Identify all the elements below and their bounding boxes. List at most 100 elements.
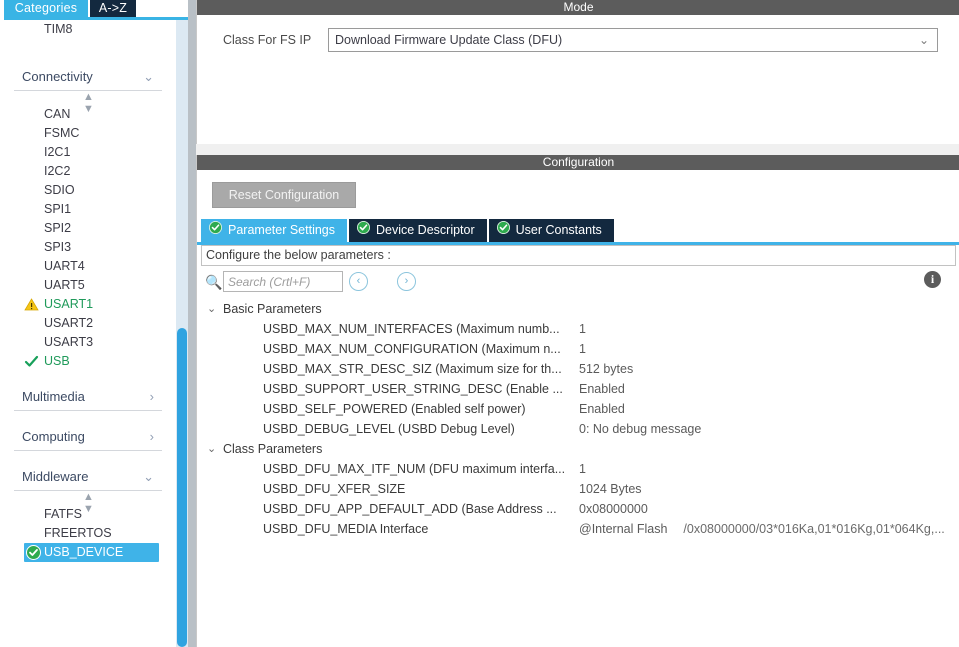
check-circle-icon (357, 219, 370, 242)
param-row[interactable]: USBD_SELF_POWERED (Enabled self power) E… (201, 399, 956, 419)
sidebar-item-tim8[interactable]: TIM8 (0, 20, 176, 39)
sidebar-item-label: SPI1 (44, 202, 72, 216)
panel-divider (188, 0, 196, 647)
sidebar-item-sdio[interactable]: SDIO (0, 181, 176, 200)
sidebar-item-label: SPI3 (44, 240, 72, 254)
param-row[interactable]: USBD_MAX_STR_DESC_SIZ (Maximum size for … (201, 359, 956, 379)
param-group-label: Basic Parameters (223, 302, 322, 316)
search-input[interactable] (223, 271, 343, 292)
sidebar-scrollbar-thumb[interactable] (177, 328, 187, 647)
param-value[interactable]: 0x08000000 (579, 499, 648, 519)
sidebar-item-usart2[interactable]: USART2 (0, 314, 176, 333)
chevron-down-icon: ⌄ (143, 69, 154, 84)
param-value[interactable]: 1 (579, 319, 586, 339)
sidebar-section-label: Multimedia (22, 389, 85, 404)
tab-a-to-z[interactable]: A->Z (90, 0, 136, 17)
configure-hint-bar: Configure the below parameters : (201, 245, 956, 266)
nav-forward-icon[interactable]: › (397, 272, 416, 291)
param-value[interactable]: 1 (579, 459, 586, 479)
sidebar-item-i2c2[interactable]: I2C2 (0, 162, 176, 181)
tab-device-descriptor[interactable]: Device Descriptor (349, 219, 487, 242)
sidebar-item-uart4[interactable]: UART4 (0, 257, 176, 276)
sidebar-item-freertos[interactable]: FREERTOS (0, 524, 176, 543)
param-name: USBD_MAX_NUM_INTERFACES (Maximum numb... (263, 322, 560, 336)
param-value[interactable]: 1 (579, 339, 586, 359)
tab-user-constants[interactable]: User Constants (488, 219, 614, 242)
param-row[interactable]: USBD_DEBUG_LEVEL (USBD Debug Level) 0: N… (201, 419, 956, 439)
sidebar-item-fsmc[interactable]: FSMC (0, 124, 176, 143)
configuration-panel-title: Configuration (197, 155, 959, 170)
info-icon[interactable]: i (924, 271, 941, 288)
param-name: USBD_DEBUG_LEVEL (USBD Debug Level) (263, 422, 515, 436)
param-name: USBD_DFU_XFER_SIZE (263, 482, 406, 496)
sidebar-section-label: Middleware (22, 469, 89, 484)
param-row[interactable]: USBD_DFU_XFER_SIZE 1024 Bytes (201, 479, 956, 499)
sidebar-item-label: USART2 (44, 316, 94, 330)
class-for-fs-ip-select[interactable]: Download Firmware Update Class (DFU) ⌄ (328, 28, 938, 52)
sidebar-item-label: USART3 (44, 335, 94, 349)
sidebar-item-spi3[interactable]: SPI3 (0, 238, 176, 257)
scroll-spinner-icon[interactable]: ▲ ▼ (0, 91, 176, 115)
configure-hint-label: Configure the below parameters : (206, 248, 391, 262)
param-value[interactable]: Enabled (579, 379, 625, 399)
sidebar-item-usart3[interactable]: USART3 (0, 333, 176, 352)
chevron-right-icon: › (149, 389, 154, 404)
sidebar-item-label: I2C1 (44, 145, 71, 159)
sidebar-item-fatfs[interactable]: FATFS (0, 505, 176, 524)
sidebar-section-connectivity[interactable]: Connectivity ⌄ (14, 63, 162, 91)
search-icon: 🔍 (205, 274, 223, 290)
mode-panel: Mode Class For FS IP Download Firmware U… (196, 0, 959, 144)
chevron-down-icon: ⌄ (207, 443, 217, 455)
sidebar-section-computing[interactable]: Computing › (14, 423, 162, 451)
ip-tree-scroll-area: TIM8 Connectivity ⌄ ▲ ▼ CAN FSMC I2C1 I2C… (0, 20, 176, 647)
sidebar-item-label: UART4 (44, 259, 85, 273)
tab-parameter-settings[interactable]: Parameter Settings (201, 219, 347, 242)
checkmark-icon (24, 354, 39, 369)
check-circle-icon (26, 545, 41, 560)
sidebar-item-spi2[interactable]: SPI2 (0, 219, 176, 238)
chevron-down-icon: ⌄ (207, 303, 217, 315)
param-value[interactable]: 0: No debug message (579, 419, 701, 439)
sidebar-item-usb[interactable]: USB (0, 352, 176, 371)
chevron-down-icon: ⌄ (143, 469, 154, 484)
sidebar-section-middleware[interactable]: Middleware ⌄ (14, 463, 162, 491)
param-group-label: Class Parameters (223, 442, 323, 456)
scroll-spinner-icon[interactable]: ▲ ▼ (0, 491, 176, 515)
sidebar-item-label: FSMC (44, 126, 80, 140)
param-name: USBD_DFU_APP_DEFAULT_ADD (Base Address .… (263, 502, 557, 516)
param-row[interactable]: USBD_SUPPORT_USER_STRING_DESC (Enable ..… (201, 379, 956, 399)
sidebar-section-multimedia[interactable]: Multimedia › (14, 383, 162, 411)
sidebar-item-uart5[interactable]: UART5 (0, 276, 176, 295)
param-row[interactable]: USBD_DFU_MEDIA Interface @Internal Flash… (201, 519, 956, 539)
sidebar-item-label: SDIO (44, 183, 75, 197)
param-group-basic-parameters[interactable]: ⌄ Basic Parameters (201, 299, 956, 319)
reset-configuration-button[interactable]: Reset Configuration (212, 182, 356, 208)
tab-categories[interactable]: Categories (4, 0, 88, 17)
param-row[interactable]: USBD_MAX_NUM_INTERFACES (Maximum numb...… (201, 319, 956, 339)
tab-label: Parameter Settings (228, 223, 335, 237)
nav-back-icon[interactable]: ‹ (349, 272, 368, 291)
warning-triangle-icon (24, 297, 39, 312)
param-value[interactable]: Enabled (579, 399, 625, 419)
sidebar-item-label: FREERTOS (44, 526, 112, 540)
sidebar-item-can[interactable]: CAN (0, 105, 176, 124)
tab-label: Device Descriptor (376, 223, 475, 237)
sidebar-item-usb-device[interactable]: USB_DEVICE (24, 543, 159, 562)
sidebar-item-i2c1[interactable]: I2C1 (0, 143, 176, 162)
sidebar-item-spi1[interactable]: SPI1 (0, 200, 176, 219)
param-row[interactable]: USBD_MAX_NUM_CONFIGURATION (Maximum n...… (201, 339, 956, 359)
param-value-media[interactable]: @Internal Flash/0x08000000/03*016Ka,01*0… (579, 519, 945, 539)
param-row[interactable]: USBD_DFU_APP_DEFAULT_ADD (Base Address .… (201, 499, 956, 519)
reset-configuration-label: Reset Configuration (228, 188, 340, 202)
param-value[interactable]: 512 bytes (579, 359, 633, 379)
param-value[interactable]: 1024 Bytes (579, 479, 642, 499)
param-row[interactable]: USBD_DFU_MAX_ITF_NUM (DFU maximum interf… (201, 459, 956, 479)
mode-panel-title: Mode (197, 0, 959, 15)
sidebar-item-usart1[interactable]: USART1 (0, 295, 176, 314)
parameter-search-row: 🔍 ‹ › (201, 271, 601, 295)
main-content: Mode Class For FS IP Download Firmware U… (196, 0, 959, 647)
param-group-class-parameters[interactable]: ⌄ Class Parameters (201, 439, 956, 459)
chevron-right-icon: › (149, 429, 154, 444)
